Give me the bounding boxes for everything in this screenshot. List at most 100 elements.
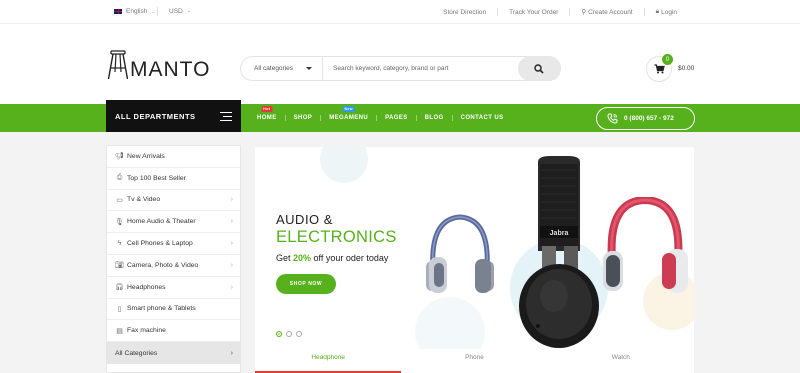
headphones-icon: 🎧︎ — [115, 284, 124, 292]
sidebar-item-headphones[interactable]: 🎧︎ Headphones › — [107, 277, 240, 299]
jabra-brand-text: Jabra — [550, 230, 569, 237]
search-bar: All categories — [240, 56, 561, 81]
fax-icon: ▤ — [116, 327, 123, 335]
camera-icon: 📷︎ — [115, 262, 124, 270]
login-label: Login — [661, 8, 677, 16]
chevron-right-icon: › — [230, 240, 233, 248]
logo-text: MANTO — [130, 58, 211, 81]
caret-down-icon — [306, 67, 312, 70]
cart-count-badge: 0 — [662, 54, 673, 65]
sidebar-item-fax[interactable]: ▤ Fax machine — [107, 320, 240, 343]
nav-pages-label: PAGES — [385, 115, 408, 121]
create-account-link[interactable]: ⚲ Create Account — [569, 8, 643, 16]
sidebar-item-label: New Arrivals — [127, 152, 165, 160]
user-icon: ⚲ — [581, 9, 587, 16]
chevron-right-icon: › — [230, 349, 233, 357]
lock-icon: 🔒︎ — [655, 8, 660, 15]
banner-title-line2: ELECTRONICS — [276, 228, 397, 246]
hot-badge: Hot — [261, 106, 273, 112]
phone-hotline-button[interactable]: 0 (800) 657 - 972 — [596, 107, 695, 130]
chevron-right-icon: › — [230, 196, 233, 204]
nav-blog[interactable]: BLOG — [415, 115, 452, 121]
nav-pages[interactable]: PAGES — [376, 115, 416, 121]
banner-offer: Get 20% off your oder today — [276, 253, 388, 263]
decor-circle — [320, 147, 368, 183]
currency-selector[interactable]: USD ⌄ — [169, 8, 191, 15]
phone-number: 0 (800) 657 - 972 — [624, 115, 674, 122]
category-select-label: All categories — [254, 65, 294, 72]
nav-megamenu-label: MEGAMENU — [329, 115, 369, 121]
cart-button[interactable]: 0 — [646, 54, 673, 82]
decor-circle — [415, 297, 485, 349]
nav-home[interactable]: Hot HOME — [249, 106, 285, 121]
search-button[interactable] — [518, 56, 560, 81]
headphones-image — [603, 197, 688, 293]
track-order-label: Track Your Order — [509, 8, 559, 16]
sidebar-item-all-categories[interactable]: All Categories › — [107, 342, 240, 364]
chevron-right-icon: › — [230, 261, 233, 269]
category-select[interactable]: All categories — [241, 57, 323, 80]
uk-flag-icon — [113, 8, 123, 15]
sidebar-item-label: Cell Phones & Laptop — [127, 240, 193, 248]
nav-shop-label: SHOP — [293, 115, 313, 121]
cart-icon — [654, 64, 665, 74]
logo[interactable]: MANTO — [107, 50, 210, 80]
sidebar-item-new-arrivals[interactable]: 📢︎ New Arrivals — [107, 146, 240, 168]
cart-total[interactable]: $0.00 — [678, 65, 694, 72]
sidebar-item-label: Fax machine — [127, 327, 166, 335]
nav-shop[interactable]: SHOP — [284, 115, 321, 121]
tab-watch[interactable]: Watch — [548, 349, 694, 373]
phone-icon: ▯ — [117, 305, 122, 313]
search-input[interactable] — [323, 65, 513, 72]
all-departments-button[interactable]: ALL DEPARTMENTS — [106, 100, 241, 133]
track-order-link[interactable]: Track Your Order — [497, 8, 569, 16]
offer-suffix: off your oder today — [311, 253, 389, 263]
nav-blog-label: BLOG — [424, 115, 444, 121]
sidebar-item-label: Smart phone & Tablets — [127, 305, 196, 313]
chevron-down-icon: ⌄ — [186, 8, 191, 14]
top-bar: English ⌄ USD ⌄ Store Direction Track Yo… — [0, 0, 800, 24]
sidebar-item-label: Headphones — [127, 283, 166, 291]
headphones-image: Jabra — [519, 156, 599, 348]
logo-stool-icon — [107, 50, 129, 80]
slide-dot-3[interactable] — [296, 331, 302, 337]
main-menu: Hot HOME SHOP New MEGAMENU PAGES BLOG CONT… — [249, 104, 511, 132]
sidebar-item-camera[interactable]: 📷︎ Camera, Photo & Video › — [107, 255, 240, 277]
printer-icon: ⎙ — [116, 174, 123, 182]
microphone-icon: 🎙︎ — [115, 218, 124, 226]
sidebar-item-label: Camera, Photo & Video — [127, 261, 199, 269]
sidebar-item-label: Tv & Video — [127, 196, 161, 204]
slider-dots — [276, 331, 302, 337]
phone-call-icon — [607, 113, 618, 124]
sidebar-item-label: Top 100 Best Seller — [127, 174, 186, 182]
login-link[interactable]: 🔒︎ Login — [643, 8, 688, 16]
sidebar-item-cell-phones[interactable]: ϟ Cell Phones & Laptop › — [107, 233, 240, 255]
sidebar-item-label: All Categories — [115, 349, 158, 357]
nav-megamenu[interactable]: New MEGAMENU — [320, 106, 376, 121]
sidebar-item-smartphone[interactable]: ▯ Smart phone & Tablets — [107, 299, 240, 321]
sidebar-item-home-audio[interactable]: 🎙︎ Home Audio & Theater › — [107, 211, 240, 234]
store-direction-label: Store Direction — [443, 8, 487, 16]
sidebar-item-top-100[interactable]: ⎙ Top 100 Best Seller — [107, 168, 240, 190]
shop-now-button[interactable]: SHOP NOW — [276, 274, 336, 294]
top-links: Store Direction Track Your Order ⚲ Create… — [432, 8, 688, 16]
create-account-label: Create Account — [588, 8, 633, 16]
language-selector[interactable]: English ⌄ — [113, 8, 156, 15]
offer-prefix: Get — [276, 253, 294, 263]
nav-contact-label: CONTACT US — [460, 115, 504, 121]
nav-contact[interactable]: CONTACT US — [451, 115, 512, 121]
sidebar-item-label: Home Audio & Theater — [127, 218, 196, 226]
sidebar-item-tv-video[interactable]: ▭ Tv & Video › — [107, 190, 240, 212]
new-badge: New — [342, 106, 355, 112]
store-direction-link[interactable]: Store Direction — [432, 8, 497, 16]
nav-home-label: HOME — [257, 115, 277, 121]
slide-dot-2[interactable] — [286, 331, 292, 337]
divider — [157, 7, 158, 16]
megaphone-icon: 📢︎ — [115, 153, 124, 161]
chevron-right-icon: › — [230, 218, 233, 226]
product-tabs: Headphone Phone Watch — [255, 349, 694, 373]
slide-dot-1[interactable] — [276, 331, 282, 337]
tab-phone[interactable]: Phone — [401, 349, 547, 373]
offer-percent: 20% — [293, 253, 312, 263]
tab-headphone[interactable]: Headphone — [255, 349, 402, 373]
